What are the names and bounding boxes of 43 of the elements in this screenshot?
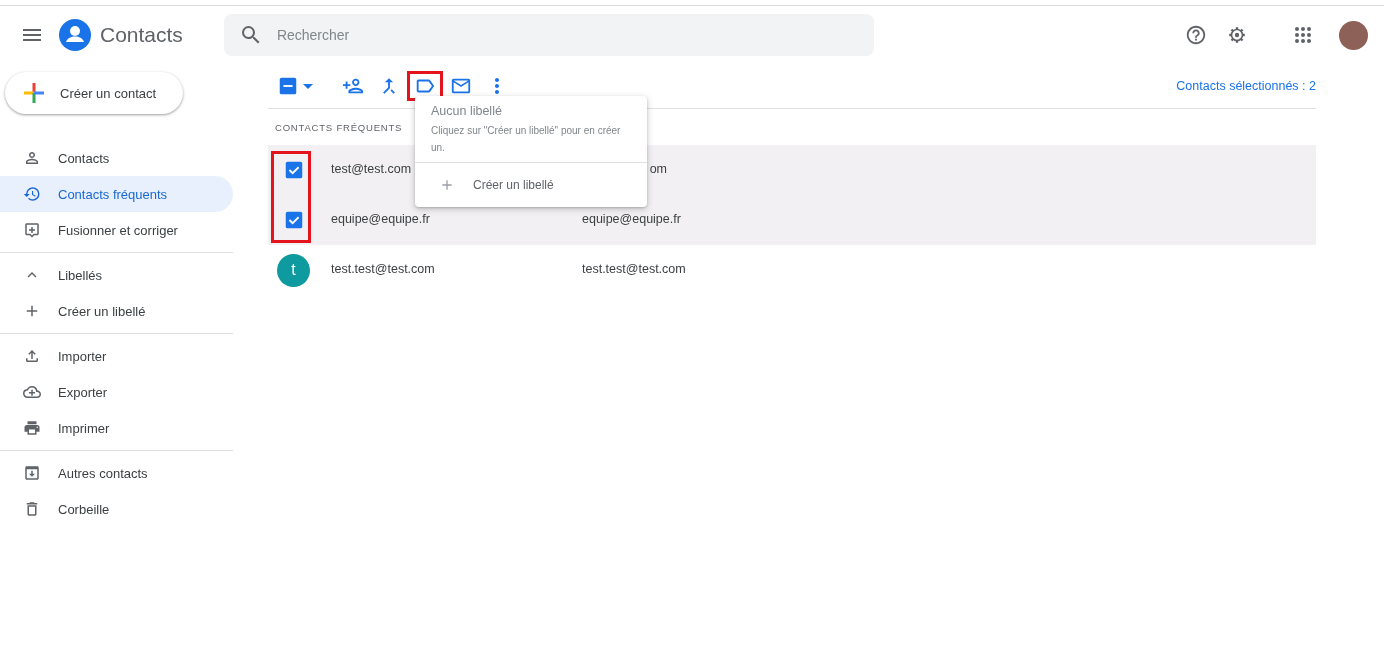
contact-name: test@test.com [331,162,413,178]
help-button[interactable] [1185,24,1207,46]
caret-icon [303,83,313,89]
nav-item[interactable]: Créer un libellé [0,293,233,329]
history-icon [23,185,41,203]
plus-icon [22,81,46,105]
person-icon [23,149,41,167]
upload-icon [23,347,41,365]
nav-item[interactable]: Fusionner et corriger [0,212,233,248]
menu-title: Aucun libellé [430,104,503,118]
contact-email: equipe@equipe.fr [582,212,681,228]
contact-name: equipe@equipe.fr [331,212,431,228]
settings-icon [1226,24,1248,46]
label-button[interactable] [407,71,443,101]
cloud-icon [23,383,41,401]
contact-avatar: t [277,253,310,287]
section-heading: CONTACTS FRÉQUENTS [275,122,403,133]
contact-email: om [648,162,667,178]
account-avatar[interactable] [1339,20,1368,50]
search-field[interactable]: Rechercher [223,14,874,56]
contact-name: test.test@test.com [331,262,436,278]
settings-button[interactable] [1226,24,1248,46]
create-contact-button[interactable]: Créer un contact [5,72,183,114]
help-icon [1185,24,1207,46]
nav-item[interactable]: Importer [0,338,233,374]
create-label-item[interactable]: Créer un libellé [415,162,647,207]
app-title: Contacts [100,23,183,47]
contacts-logo-icon [59,19,91,51]
nav-item[interactable]: Exporter [0,374,233,410]
contact-email: test.test@test.com [582,262,686,278]
contact-row[interactable]: t test.test@test.com test.test@test.com [268,245,1316,295]
more-icon [495,78,499,94]
archive-icon [23,464,41,482]
plus-icon [439,177,455,193]
nav-item[interactable]: Autres contacts [0,455,233,491]
printer-icon [23,419,41,437]
nav-item[interactable]: Imprimer [0,410,233,446]
labels-toggle[interactable]: Libellés [0,257,233,293]
selection-count: Contacts sélectionnés : 2 [1176,79,1316,93]
nav-item[interactable]: Contacts [0,140,233,176]
nav-item[interactable]: Corbeille [0,491,233,527]
contact-row[interactable]: equipe@equipe.fr equipe@equipe.fr [268,195,1316,245]
nav-item[interactable]: Contacts fréquents [0,176,233,212]
